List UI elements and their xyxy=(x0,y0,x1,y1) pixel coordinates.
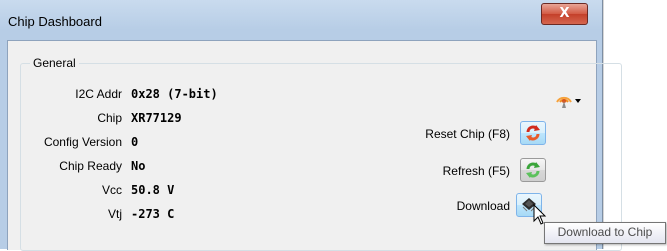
field-chip-ready: Chip Ready No xyxy=(0,159,260,179)
title-bar: Chip Dashboard X xyxy=(0,0,602,40)
field-value: No xyxy=(131,159,146,173)
field-config-version: Config Version 0 xyxy=(0,135,260,155)
field-label: I2C Addr xyxy=(75,87,122,101)
field-value: 50.8 V xyxy=(131,183,175,197)
field-label: Chip xyxy=(97,111,122,125)
close-button[interactable]: X xyxy=(541,3,588,25)
tooltip: Download to Chip xyxy=(544,222,666,244)
field-value: XR77129 xyxy=(131,111,182,125)
field-i2c-addr: I2C Addr 0x28 (7-bit) xyxy=(0,87,260,107)
download-label: Download xyxy=(456,199,510,213)
antenna-dropdown-icon[interactable] xyxy=(554,89,584,109)
field-vtj: Vtj -273 C xyxy=(0,207,260,227)
field-label: Config Version xyxy=(43,135,122,149)
window-title: Chip Dashboard xyxy=(8,14,102,29)
green-refresh-icon xyxy=(526,162,540,178)
reset-chip-button[interactable] xyxy=(520,121,546,145)
field-value: -273 C xyxy=(131,207,175,221)
field-vcc: Vcc 50.8 V xyxy=(0,183,260,203)
field-label: Chip Ready xyxy=(59,159,122,173)
reset-chip-label: Reset Chip (F8) xyxy=(425,127,510,141)
refresh-label: Refresh (F5) xyxy=(442,164,510,178)
field-label: Vcc xyxy=(101,183,122,197)
field-label: Vtj xyxy=(107,207,122,221)
field-value: 0x28 (7-bit) xyxy=(131,87,218,101)
field-chip: Chip XR77129 xyxy=(0,111,260,131)
red-refresh-icon xyxy=(526,125,540,141)
field-value: 0 xyxy=(131,135,139,149)
refresh-button[interactable] xyxy=(520,158,546,182)
general-group-label: General xyxy=(30,56,79,70)
